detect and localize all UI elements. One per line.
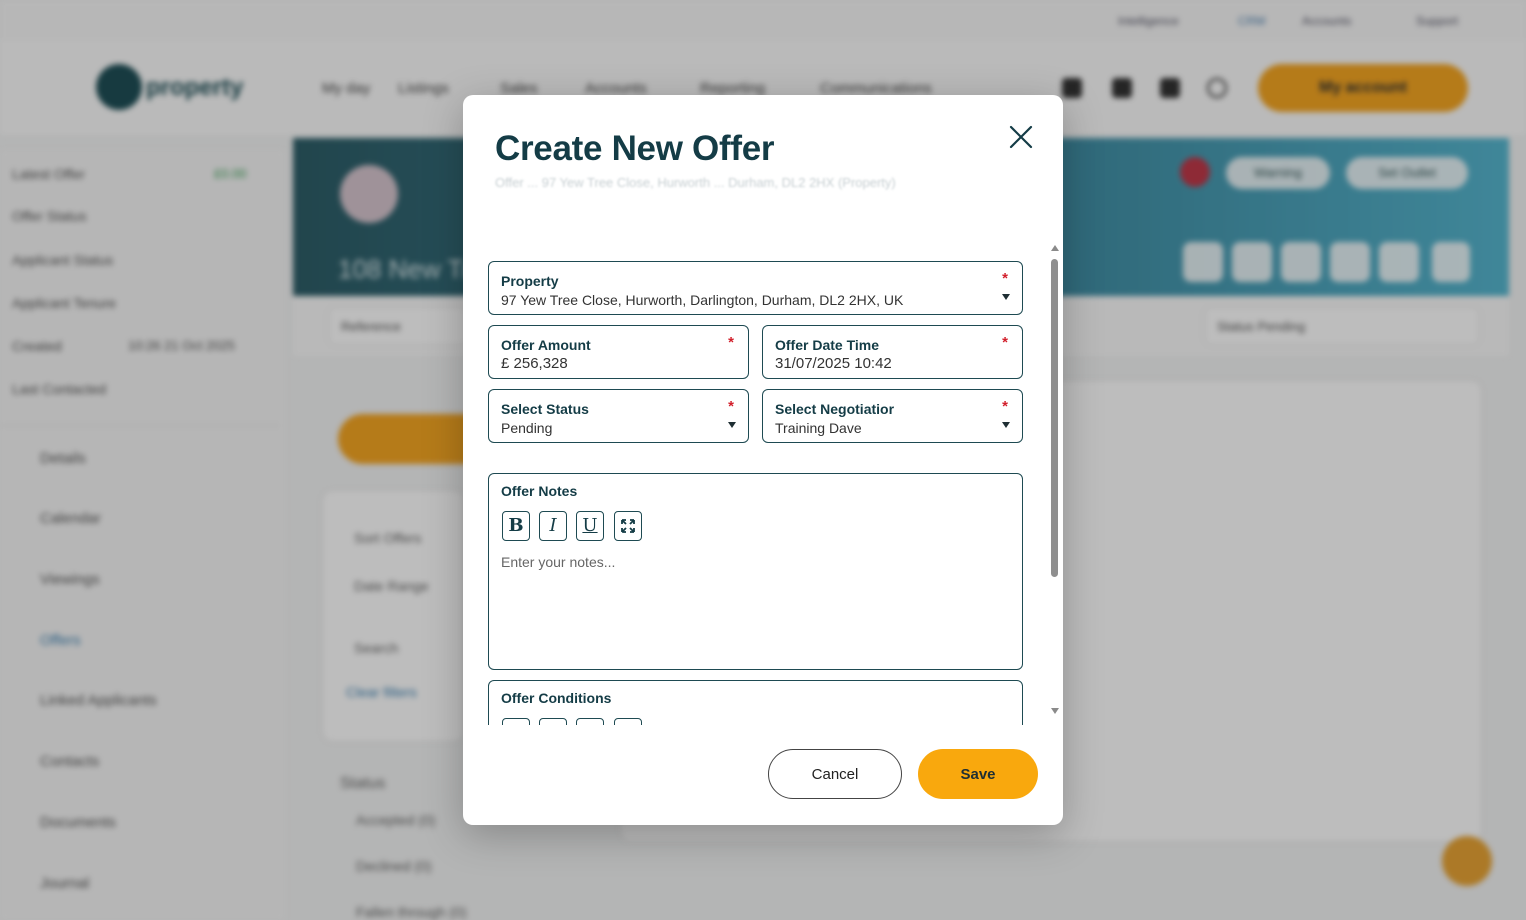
field-label: Offer Notes xyxy=(501,483,578,499)
field-label: Offer Amount xyxy=(501,337,591,353)
scroll-down-icon[interactable] xyxy=(1051,708,1059,714)
fullscreen-icon[interactable] xyxy=(614,718,642,725)
italic-button[interactable]: I xyxy=(539,511,567,541)
required-mark: * xyxy=(1002,270,1008,287)
field-label: Offer Conditions xyxy=(501,690,612,706)
italic-button[interactable] xyxy=(539,718,567,725)
bold-button[interactable] xyxy=(502,718,530,725)
offer-amount-field[interactable]: Offer Amount * £ 256,328 xyxy=(488,325,749,379)
offer-notes-editor: Offer Notes B I U xyxy=(488,473,1023,670)
create-offer-modal: Create New Offer Offer ... 97 Yew Tree C… xyxy=(463,95,1063,825)
required-mark: * xyxy=(728,398,734,415)
offer-conditions-editor: Offer Conditions xyxy=(488,680,1023,725)
form-scrollbar[interactable] xyxy=(1048,245,1060,717)
offer-date-time-field[interactable]: Offer Date Time * 31/07/2025 10:42 xyxy=(762,325,1023,379)
chevron-down-icon xyxy=(1002,294,1010,300)
scrollbar-thumb[interactable] xyxy=(1051,259,1058,577)
offer-date-time-value: 31/07/2025 10:42 xyxy=(775,355,892,372)
status-value: Pending xyxy=(501,420,553,436)
field-label: Select Negotiatior xyxy=(775,401,895,417)
close-icon[interactable] xyxy=(1005,121,1037,153)
form-scroll-area: Property * 97 Yew Tree Close, Hurworth, … xyxy=(463,245,1063,725)
scroll-up-icon[interactable] xyxy=(1051,245,1059,251)
chevron-down-icon xyxy=(1002,422,1010,428)
save-button[interactable]: Save xyxy=(918,749,1038,799)
bold-button[interactable]: B xyxy=(502,511,530,541)
field-label: Select Status xyxy=(501,401,589,417)
property-value: 97 Yew Tree Close, Hurworth, Darlington,… xyxy=(501,292,904,308)
field-label: Property xyxy=(501,273,559,289)
status-select[interactable]: Select Status * Pending xyxy=(488,389,749,443)
required-mark: * xyxy=(1002,334,1008,351)
modal-title: Create New Offer xyxy=(495,129,775,168)
field-label: Offer Date Time xyxy=(775,337,879,353)
fullscreen-icon[interactable] xyxy=(614,511,642,541)
underline-button[interactable]: U xyxy=(576,511,604,541)
property-select[interactable]: Property * 97 Yew Tree Close, Hurworth, … xyxy=(488,261,1023,315)
offer-amount-value: £ 256,328 xyxy=(501,355,568,372)
underline-button[interactable] xyxy=(576,718,604,725)
negotiator-value: Training Dave xyxy=(775,420,862,436)
negotiator-select[interactable]: Select Negotiatior * Training Dave xyxy=(762,389,1023,443)
required-mark: * xyxy=(1002,398,1008,415)
cancel-button[interactable]: Cancel xyxy=(768,749,902,799)
modal-subtitle: Offer ... 97 Yew Tree Close, Hurworth ..… xyxy=(495,175,896,190)
chevron-down-icon xyxy=(728,422,736,428)
required-mark: * xyxy=(728,334,734,351)
offer-notes-input[interactable] xyxy=(501,554,1006,654)
